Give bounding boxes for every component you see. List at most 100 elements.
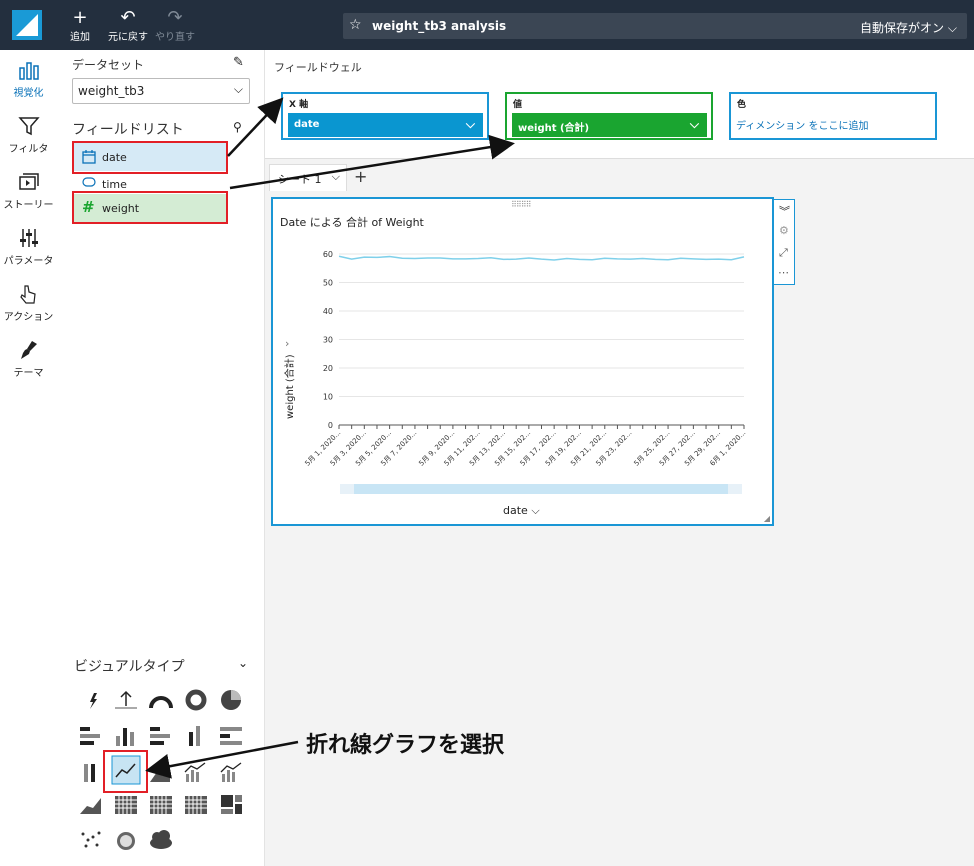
percent-bar-icon[interactable] [220,727,242,745]
collapse-chevrons-icon[interactable]: ︾ [779,203,790,219]
stacked-area-icon[interactable] [80,798,101,814]
dataset-select[interactable]: weight_tb3 ⌵ [72,78,250,104]
nav-story[interactable]: ストーリー [0,172,57,211]
y-tick-label: 40 [323,307,333,316]
kpi-icon[interactable] [115,690,137,709]
logo-graphic [16,14,38,36]
annotation-callout: 折れ線グラフを選択 [306,733,505,758]
nav-parameters[interactable]: パラメータ [0,228,57,267]
y-tick-label: 10 [323,393,333,402]
donut-icon[interactable] [185,689,207,711]
nav-themes-label: テーマ [13,368,44,379]
nav-actions-label: アクション [3,312,54,323]
scatter-plot-icon[interactable] [81,831,101,848]
undo-icon: ↶ [120,7,136,28]
dataset-label: データセット [72,58,145,72]
x-scrollbar[interactable] [340,484,742,494]
bar-chart-icon [0,60,57,84]
quicksight-logo[interactable] [12,10,42,40]
expand-icon[interactable]: ⤢ [779,246,788,260]
autosave-toggle[interactable]: 自動保存がオン ⌵ [860,19,957,36]
field-list-label: フィールドリスト [72,122,184,138]
x-axis-field-chip[interactable]: date ⌵ [288,113,483,137]
sheet-tab-label: シート 1 [278,173,322,186]
y-tick-label: 60 [323,250,333,259]
add-label: 追加 [70,32,90,43]
autograph-icon[interactable] [90,693,97,709]
string-tag-icon [82,177,96,187]
dataset-value: weight_tb3 [78,84,145,98]
word-cloud-icon[interactable] [150,830,172,849]
x-axis-well[interactable]: X 軸 date ⌵ [281,92,489,140]
add-sheet-plus-icon[interactable]: + [354,167,367,186]
redo-label: やり直す [155,32,195,43]
pie-icon[interactable] [221,690,241,710]
nav-visualize-label: 視覚化 [13,88,44,99]
gear-icon[interactable]: ⚙ [779,224,789,237]
chevron-down-icon: ⌵ [331,170,340,183]
edit-pencil-icon[interactable]: ✎ [233,55,244,70]
percent-column-icon[interactable] [84,764,95,782]
sheet-tab[interactable]: シート 1 ⌵ [269,164,347,191]
star-icon[interactable]: ☆ [349,17,362,33]
tree-map-icon[interactable] [221,795,242,814]
area-chart-icon[interactable] [150,768,170,782]
horizontal-bar-icon[interactable] [80,727,100,745]
x-scrollbar-thumb[interactable] [354,484,728,494]
redo-icon: ↷ [167,7,183,28]
color-well-placeholder[interactable]: ディメンション をここに追加 [736,117,868,132]
undo-button[interactable]: ↶ 元に戻す [105,7,151,44]
gauge-icon[interactable] [149,696,173,709]
y-tick-label: 30 [323,336,333,345]
nav-story-label: ストーリー [3,200,54,211]
value-well[interactable]: 値 weight (合計) ⌵ [505,92,713,140]
nav-filter-label: フィルタ [8,144,49,155]
search-icon[interactable]: ⚲ [233,120,242,134]
nav-filter[interactable]: フィルタ [0,116,57,155]
analysis-title[interactable]: weight_tb3 analysis [372,19,506,33]
undo-label: 元に戻す [108,32,148,43]
geo-map-icon[interactable] [117,832,135,850]
nav-themes[interactable]: テーマ [0,340,57,379]
combo-bar-line-icon[interactable] [184,762,206,782]
y-tick-label: 0 [328,421,333,430]
add-button[interactable]: + 追加 [57,7,103,44]
redo-button[interactable]: ↷ やり直す [152,7,198,44]
heatmap-icon[interactable] [115,796,137,814]
visual-menu: ︾ ⚙ ⤢ ⋯ [773,199,795,285]
visual-type-grid [80,689,242,850]
stacked-column-icon[interactable] [189,726,200,746]
value-field-chip[interactable]: weight (合計) ⌵ [512,113,707,137]
vertical-bar-icon[interactable] [116,728,134,746]
stacked-bar-icon[interactable] [150,727,170,745]
pointer-icon [0,284,57,308]
resize-handle[interactable]: ◢ [764,514,770,523]
plus-icon: + [72,7,88,28]
analysis-title-bar[interactable]: ☆ weight_tb3 analysis 自動保存がオン ⌵ [343,13,967,39]
series-line [338,255,745,261]
collapse-chevron-icon[interactable]: ⌄ [238,656,248,670]
chevron-down-icon: ⌵ [947,21,957,35]
field-wells-header: フィールドウェル [274,61,362,74]
chart-plot: 01020304050605月 1, 2020...5月 3, 2020...5… [303,250,747,468]
autosave-label: 自動保存がオン [860,21,945,35]
field-item-time[interactable]: time [72,173,228,193]
nav-actions[interactable]: アクション [0,284,57,323]
value-field-name: weight (合計) [518,123,590,134]
highlight-line-chart-box [103,750,148,793]
combo-stacked-line-icon[interactable] [220,762,242,782]
nav-visualize[interactable]: 視覚化 [0,60,57,99]
x-axis-well-label: X 軸 [289,100,309,110]
brush-icon [0,340,57,364]
table-icon[interactable] [150,796,172,814]
value-well-label: 値 [513,100,523,110]
chevron-down-icon: ⌵ [233,82,243,96]
more-options-icon[interactable]: ⋯ [778,266,789,279]
nav-parameters-label: パラメータ [3,256,54,267]
chevron-down-icon: ⌵ [689,117,699,131]
highlight-weight-box [72,191,228,224]
pivot-table-icon[interactable] [185,796,207,814]
color-well[interactable]: 色 ディメンション をここに追加 [729,92,937,140]
line-chart-visual[interactable]: Date による 合計 of Weight ⠿⠿⠿⠿ date ⌵ weight… [271,197,774,526]
chevron-down-icon: ⌵ [465,117,475,131]
